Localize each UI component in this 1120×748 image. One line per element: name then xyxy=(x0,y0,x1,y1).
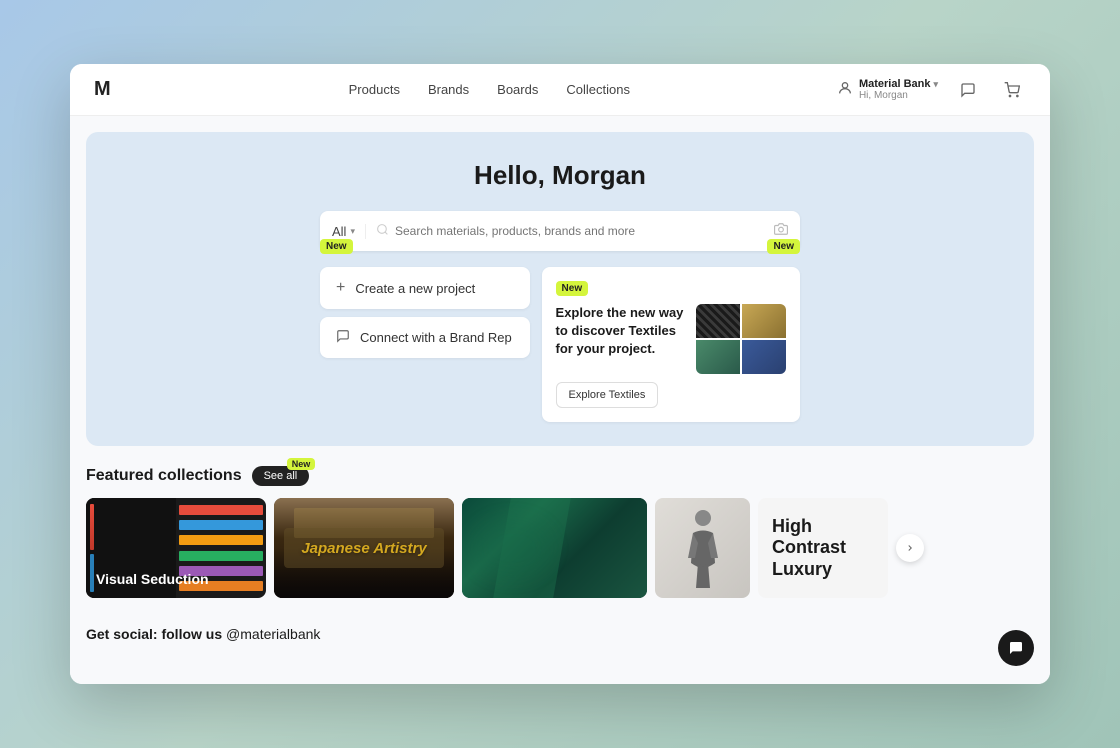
cart-icon-btn[interactable] xyxy=(998,76,1026,104)
chat-bubble-icon xyxy=(336,329,350,346)
user-icon xyxy=(837,80,853,100)
collection-japanese-artistry[interactable]: Japanese Artistry xyxy=(274,498,454,598)
filter-chevron: ▾ xyxy=(350,226,355,237)
textile-image-1 xyxy=(696,304,740,338)
camera-icon[interactable] xyxy=(774,222,788,241)
collections-row: Visual Seduction Ja xyxy=(86,498,888,598)
collection-high-contrast[interactable]: High Contrast Luxury xyxy=(758,498,888,598)
chevron-icon: ▾ xyxy=(933,79,938,90)
filter-label: All xyxy=(332,224,346,239)
user-greeting: Hi, Morgan xyxy=(859,90,938,101)
collection-emerald-green[interactable]: Emerald Green, Black & White xyxy=(462,498,647,598)
collections-next-arrow[interactable] xyxy=(896,534,924,562)
nav-brands[interactable]: Brands xyxy=(428,82,469,97)
connect-brand-rep-label: Connect with a Brand Rep xyxy=(360,330,512,345)
hero-greeting: Hello, Morgan xyxy=(110,160,1010,191)
hero-section: Hello, Morgan All ▾ xyxy=(86,132,1034,446)
nav-links: Products Brands Boards Collections xyxy=(142,82,837,97)
textile-image-2 xyxy=(742,304,786,338)
search-filter[interactable]: All ▾ xyxy=(332,224,366,239)
search-input[interactable] xyxy=(395,224,774,238)
textile-card: New Explore the new way to discover Text… xyxy=(542,267,800,422)
new-badge-textile: New xyxy=(767,239,800,254)
textile-text: Explore the new way to discover Textiles… xyxy=(556,304,686,374)
see-all-badge: New xyxy=(287,458,316,470)
textile-images xyxy=(696,304,786,374)
connect-brand-rep-card[interactable]: Connect with a Brand Rep xyxy=(320,317,530,358)
collection-bw[interactable] xyxy=(655,498,750,598)
create-project-label: Create a new project xyxy=(355,281,475,296)
nav-right: Material Bank ▾ Hi, Morgan xyxy=(837,76,1026,104)
nav-products[interactable]: Products xyxy=(349,82,400,97)
textile-content: Explore the new way to discover Textiles… xyxy=(556,304,786,374)
high-contrast-title: High Contrast Luxury xyxy=(772,516,874,581)
floating-chat-button[interactable] xyxy=(998,630,1034,666)
main-content: Hello, Morgan All ▾ xyxy=(70,116,1050,684)
search-bar[interactable]: All ▾ xyxy=(320,211,800,251)
textile-new-badge: New xyxy=(556,281,589,296)
hero-cards: + Create a new project Connect with a Br… xyxy=(320,267,800,422)
collection-visual-seduction[interactable]: Visual Seduction xyxy=(86,498,266,598)
hero-action-cards: + Create a new project Connect with a Br… xyxy=(320,267,530,422)
explore-textiles-button[interactable]: Explore Textiles xyxy=(556,382,659,408)
featured-title: Featured collections xyxy=(86,467,242,485)
user-account: Material Bank ▾ xyxy=(859,78,938,90)
japanese-artistry-title: Japanese Artistry xyxy=(301,540,426,557)
user-menu[interactable]: Material Bank ▾ Hi, Morgan xyxy=(837,78,938,101)
search-magnify-icon xyxy=(376,223,389,239)
chat-icon-btn[interactable] xyxy=(954,76,982,104)
visual-seduction-title: Visual Seduction xyxy=(96,571,209,588)
plus-icon: + xyxy=(336,279,345,297)
create-project-card[interactable]: + Create a new project xyxy=(320,267,530,309)
logo[interactable]: M xyxy=(94,78,110,101)
collections-container: Visual Seduction Ja xyxy=(86,498,1034,598)
nav-collections[interactable]: Collections xyxy=(566,82,630,97)
textile-title: Explore the new way to discover Textiles… xyxy=(556,304,686,359)
featured-collections-section: Featured collections See all New xyxy=(70,458,1050,614)
new-badge-actions: New xyxy=(320,239,353,254)
social-footer: Get social: follow us @materialbank xyxy=(70,614,1050,654)
see-all-button[interactable]: See all New xyxy=(252,466,310,486)
social-handle[interactable]: @materialbank xyxy=(226,626,320,642)
search-input-area xyxy=(376,223,774,239)
main-nav: M Products Brands Boards Collections Mat… xyxy=(70,64,1050,116)
bw-figure-bg xyxy=(655,498,750,598)
nav-boards[interactable]: Boards xyxy=(497,82,538,97)
featured-header: Featured collections See all New xyxy=(86,466,1034,486)
social-label: Get social: follow us xyxy=(86,626,222,642)
textile-image-3 xyxy=(696,340,740,374)
textile-image-4 xyxy=(742,340,786,374)
